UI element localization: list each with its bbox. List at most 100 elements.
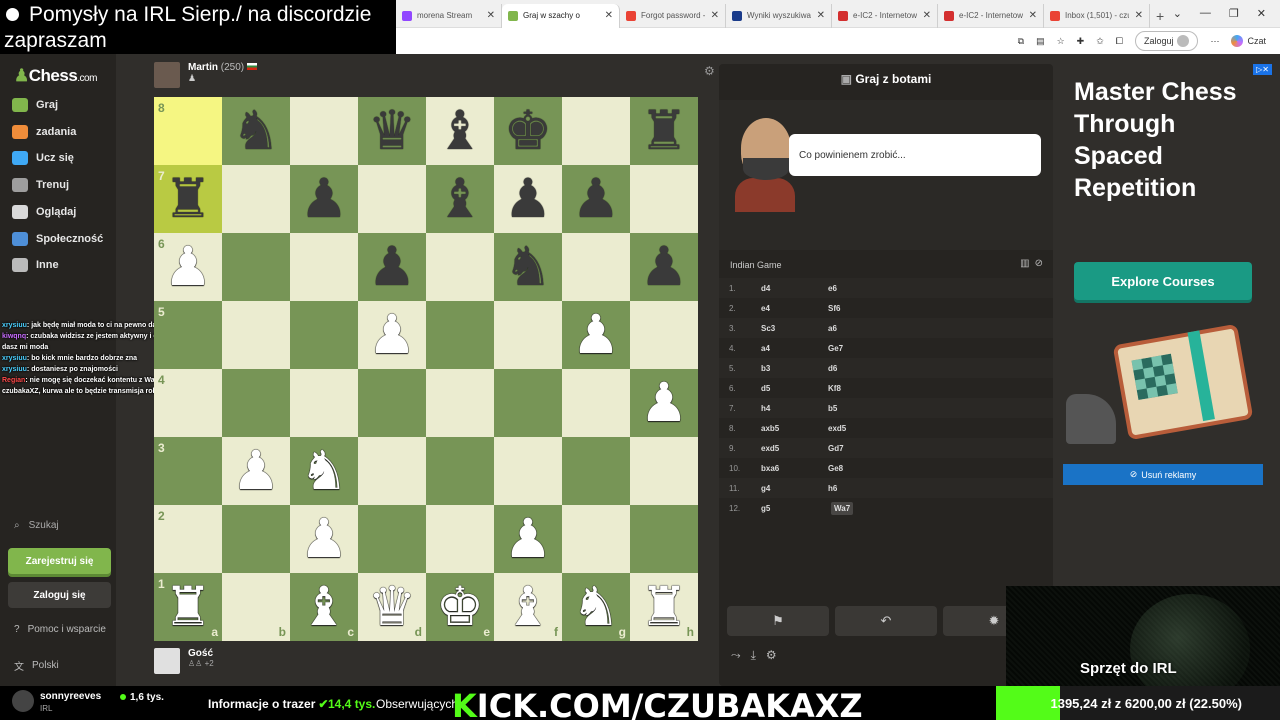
square-f7[interactable]: ♟ xyxy=(494,165,562,233)
square-g3[interactable] xyxy=(562,437,630,505)
square-a8[interactable]: 8 xyxy=(154,97,222,165)
book-icon[interactable]: ▥ xyxy=(1020,258,1029,269)
white-move[interactable]: d4 xyxy=(761,284,828,293)
square-f2[interactable]: ♟ xyxy=(494,505,562,573)
black-move[interactable]: Gd7 xyxy=(828,444,908,453)
sidebar-item-trenuj[interactable]: Trenuj xyxy=(12,178,69,193)
square-c6[interactable] xyxy=(290,233,358,301)
sidebar-item-graj[interactable]: Graj xyxy=(12,98,58,112)
square-b8[interactable]: ♞ xyxy=(222,97,290,165)
square-c1[interactable]: ♝ c xyxy=(290,573,358,641)
close-tab-icon[interactable]: ✕ xyxy=(605,10,613,21)
square-f3[interactable] xyxy=(494,437,562,505)
square-g4[interactable] xyxy=(562,369,630,437)
white-pawn-icon[interactable]: ♟ xyxy=(368,308,416,362)
undo-button[interactable]: ↶ xyxy=(835,606,937,636)
square-h2[interactable] xyxy=(630,505,698,573)
square-c8[interactable] xyxy=(290,97,358,165)
black-bishop-icon[interactable]: ♝ xyxy=(436,104,484,158)
square-b3[interactable]: ♟ xyxy=(222,437,290,505)
square-f8[interactable]: ♚ xyxy=(494,97,562,165)
black-knight-icon[interactable]: ♞ xyxy=(232,104,280,158)
extensions-icon[interactable]: ✚ xyxy=(1077,36,1085,47)
square-b6[interactable] xyxy=(222,233,290,301)
white-pawn-icon[interactable]: ♟ xyxy=(504,512,552,566)
black-move[interactable]: exd5 xyxy=(828,424,908,433)
remove-ads-button[interactable]: ⊘ Usuń reklamy xyxy=(1063,464,1263,485)
favorite-icon[interactable]: ☆ xyxy=(1057,36,1065,47)
square-d5[interactable]: ♟ xyxy=(358,301,426,369)
sidebar-item-zadania[interactable]: zadania xyxy=(12,124,76,139)
square-h5[interactable] xyxy=(630,301,698,369)
profile-button[interactable]: Zaloguj xyxy=(1134,31,1199,51)
square-c2[interactable]: ♟ xyxy=(290,505,358,573)
white-pawn-icon[interactable]: ♟ xyxy=(572,308,620,362)
white-move[interactable]: a4 xyxy=(761,344,828,353)
chess-board[interactable]: 8 ♞ ♛ ♝ ♚ ♜ ♜ 7 ♟ ♝ ♟ ♟ ♟ 6 ♟ ♞ ♟ 5 ♟ ♟ 4 ♟ 3 ♟ ♞ 2 ♟ ♟ ♜ 1 a b ♝ c ♛ d ♚ e ♝ f… xyxy=(154,97,698,641)
white-move[interactable]: e4 xyxy=(761,304,828,313)
white-king-icon[interactable]: ♚ xyxy=(436,580,484,634)
black-knight-icon[interactable]: ♞ xyxy=(504,240,552,294)
square-a3[interactable]: 3 xyxy=(154,437,222,505)
resign-button[interactable]: ⚑ xyxy=(727,606,829,636)
black-pawn-icon[interactable]: ♟ xyxy=(572,172,620,226)
browser-tab[interactable]: e-IC2 - Internetowa ✕ xyxy=(832,3,938,28)
square-d2[interactable] xyxy=(358,505,426,573)
square-a7[interactable]: ♜ 7 xyxy=(154,165,222,233)
settings-icon[interactable]: ⚙ xyxy=(766,648,777,663)
square-d8[interactable]: ♛ xyxy=(358,97,426,165)
black-move[interactable]: Kf8 xyxy=(828,384,908,393)
collections-icon[interactable]: ⧠ xyxy=(1116,36,1123,47)
white-move[interactable]: g5 xyxy=(761,504,828,513)
square-c4[interactable] xyxy=(290,369,358,437)
white-bishop-icon[interactable]: ♝ xyxy=(504,580,552,634)
white-move[interactable]: g4 xyxy=(761,484,828,493)
black-move[interactable]: a6 xyxy=(828,324,908,333)
black-move[interactable]: Ge7 xyxy=(828,344,908,353)
square-h1[interactable]: ♜ h xyxy=(630,573,698,641)
black-move[interactable]: e6 xyxy=(828,284,908,293)
square-f6[interactable]: ♞ xyxy=(494,233,562,301)
new-tab-button[interactable]: + xyxy=(1150,4,1170,28)
share-icon[interactable]: ⤳ xyxy=(731,648,741,663)
maximize-icon[interactable]: ❐ xyxy=(1229,7,1239,20)
square-g7[interactable]: ♟ xyxy=(562,165,630,233)
signup-button[interactable]: Zarejestruj się xyxy=(8,548,111,574)
close-tab-icon[interactable]: ✕ xyxy=(711,10,719,21)
black-rook-icon[interactable]: ♜ xyxy=(640,104,688,158)
favorites-bar-icon[interactable]: ✩ xyxy=(1096,36,1104,47)
square-g5[interactable]: ♟ xyxy=(562,301,630,369)
close-tab-icon[interactable]: ✕ xyxy=(817,10,825,21)
white-move[interactable]: bxa6 xyxy=(761,464,828,473)
chesscom-logo[interactable]: ♟Chess.com xyxy=(14,66,97,86)
extension-icon[interactable]: ⧉ xyxy=(1018,36,1024,47)
explore-icon[interactable]: ⊘ xyxy=(1035,258,1043,269)
help-link[interactable]: ? Pomoc i wsparcie xyxy=(14,624,106,635)
close-tab-icon[interactable]: ✕ xyxy=(487,10,495,21)
login-button[interactable]: Zaloguj się xyxy=(8,582,111,608)
square-c3[interactable]: ♞ xyxy=(290,437,358,505)
square-b5[interactable] xyxy=(222,301,290,369)
square-g1[interactable]: ♞ g xyxy=(562,573,630,641)
sidebar-item-inne[interactable]: Inne xyxy=(12,258,59,273)
square-f4[interactable] xyxy=(494,369,562,437)
square-a4[interactable]: 4 xyxy=(154,369,222,437)
square-d7[interactable] xyxy=(358,165,426,233)
square-h3[interactable] xyxy=(630,437,698,505)
browser-tab[interactable]: e-IC2 - Internetowa ✕ xyxy=(938,3,1044,28)
square-d1[interactable]: ♛ d xyxy=(358,573,426,641)
black-move[interactable]: Ge8 xyxy=(828,464,908,473)
square-d3[interactable] xyxy=(358,437,426,505)
square-a6[interactable]: ♟ 6 xyxy=(154,233,222,301)
collapse-icon[interactable]: ⌄ xyxy=(1173,7,1182,20)
browser-tab[interactable]: morena Stream ✕ xyxy=(396,3,502,28)
white-pawn-icon[interactable]: ♟ xyxy=(300,512,348,566)
square-e3[interactable] xyxy=(426,437,494,505)
square-a2[interactable]: 2 xyxy=(154,505,222,573)
white-move[interactable]: b3 xyxy=(761,364,828,373)
square-e4[interactable] xyxy=(426,369,494,437)
browser-tab[interactable]: Graj w szachy o ✕ xyxy=(502,3,620,28)
white-rook-icon[interactable]: ♜ xyxy=(640,580,688,634)
white-move[interactable]: exd5 xyxy=(761,444,828,453)
square-a1[interactable]: ♜ 1 a xyxy=(154,573,222,641)
